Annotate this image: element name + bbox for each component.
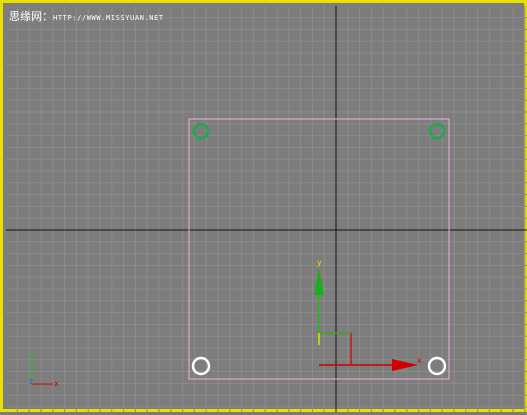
watermark-site-name: 思缘网： (9, 10, 53, 23)
viewport-scene[interactable]: y x y x z (3, 3, 527, 415)
tripod-x-label: x (54, 379, 59, 388)
gizmo-x-arrow[interactable] (392, 359, 418, 371)
tripod-y-label: y (29, 352, 34, 361)
gizmo-y-label: y (317, 258, 322, 267)
gizmo-y-arrow[interactable] (314, 268, 324, 295)
gizmo-x-label: x (417, 356, 422, 365)
move-gizmo[interactable]: y x (314, 258, 422, 371)
watermark: 思缘网：HTTP://WWW.MISSYUAN.NET (9, 11, 164, 24)
tripod-z-label: z (29, 377, 33, 386)
viewport[interactable]: y x y x z 思缘网：HTTP://WWW.MISSYUAN.NET (0, 0, 527, 412)
view-axis-tripod: y x z (29, 352, 59, 388)
watermark-url: HTTP://WWW.MISSYUAN.NET (53, 14, 164, 22)
